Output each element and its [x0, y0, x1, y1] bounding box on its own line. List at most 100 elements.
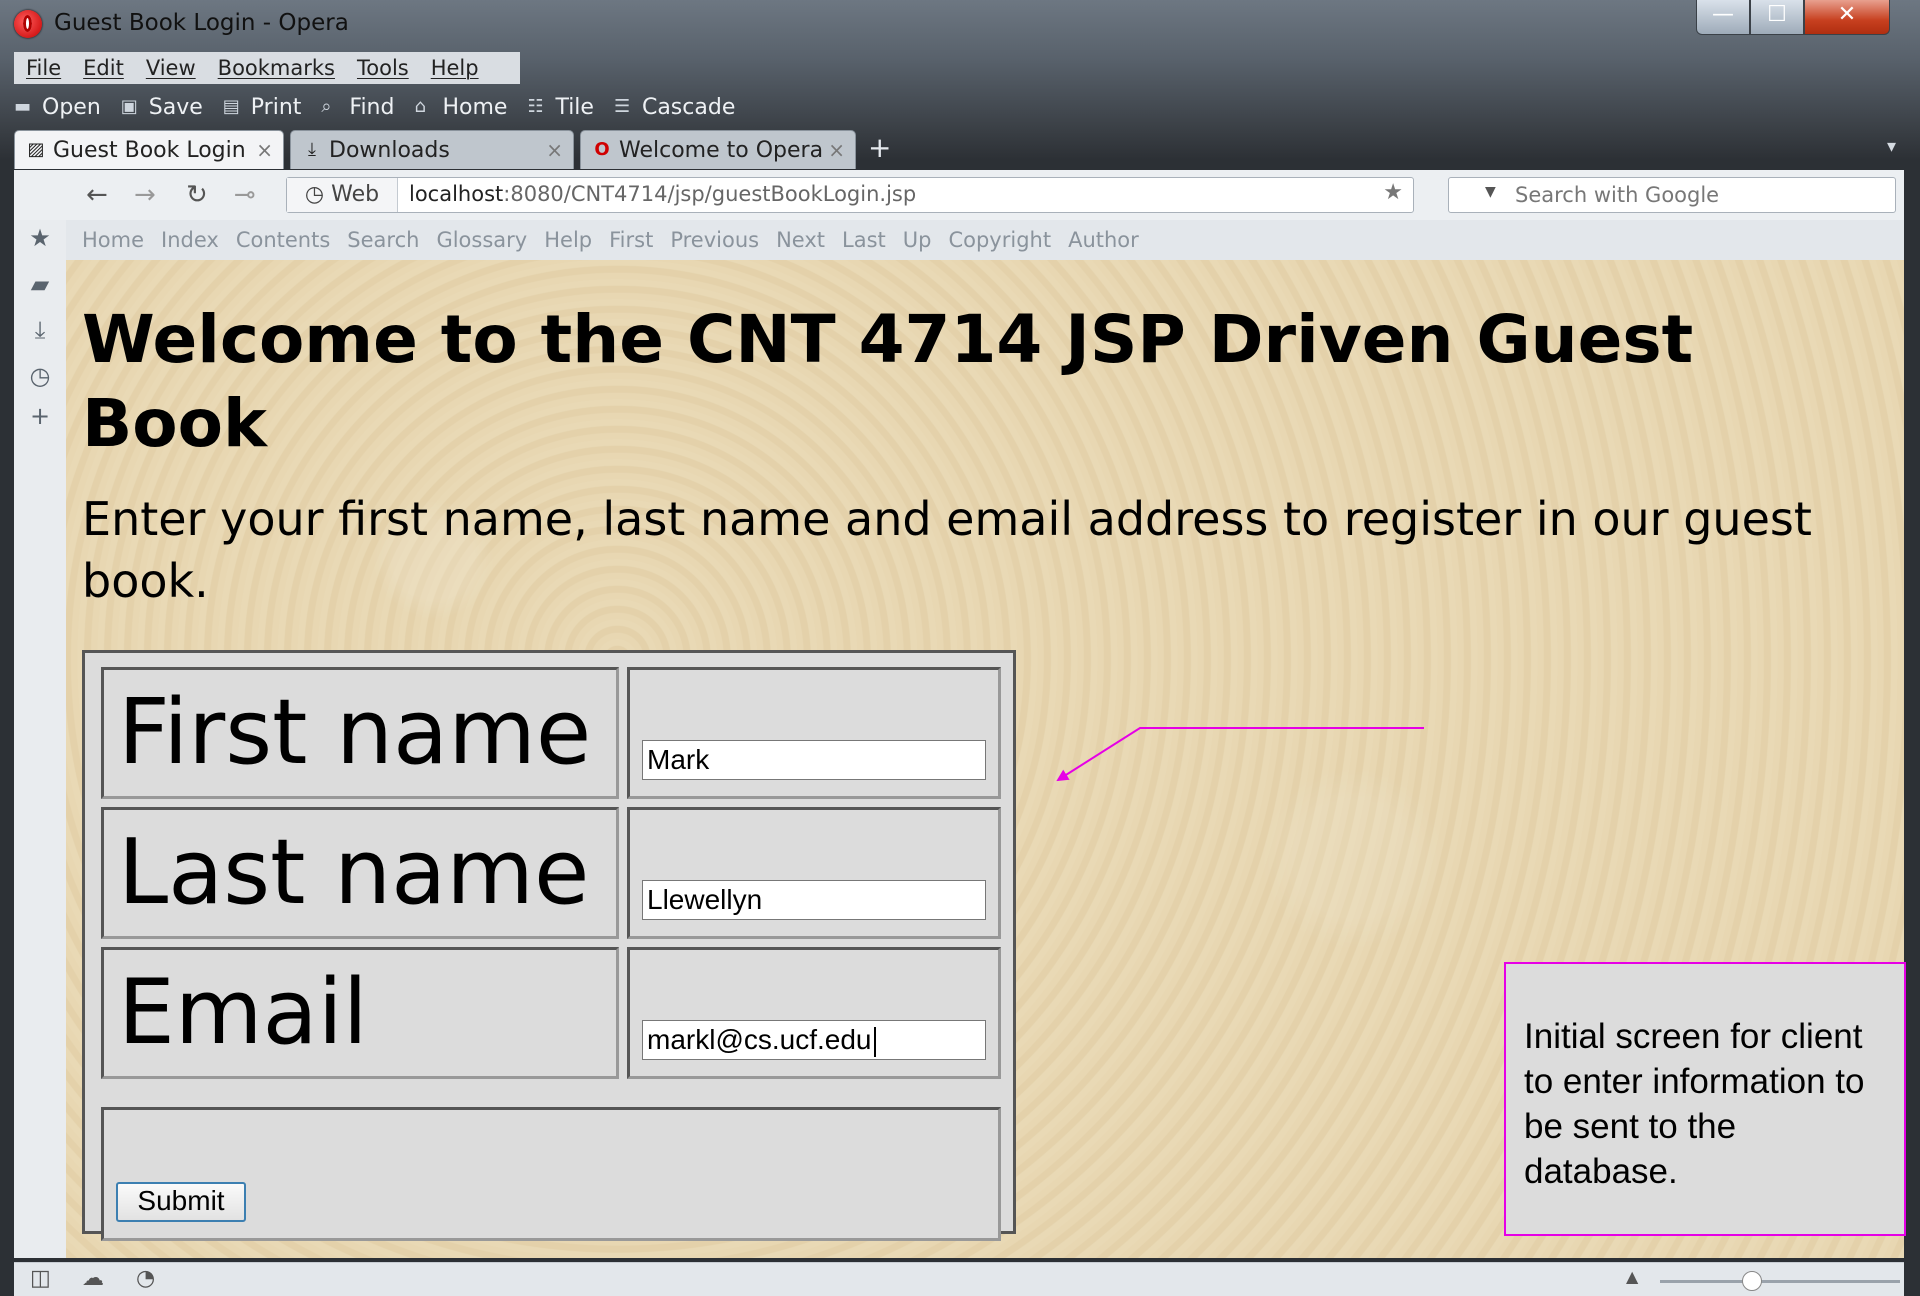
menu-bookmarks[interactable]: Bookmarks — [218, 56, 335, 80]
downloads-icon[interactable]: ⤓ — [26, 316, 54, 344]
nav-link-help[interactable]: Help — [544, 228, 592, 252]
url-host: localhost — [409, 182, 504, 206]
bookmarks-star-icon[interactable]: ★ — [26, 224, 54, 252]
email-label: Email — [118, 960, 368, 1065]
printer-icon: ▤ — [222, 96, 240, 117]
tab-close-icon[interactable]: × — [828, 138, 845, 162]
first-name-label: First name — [118, 680, 592, 785]
status-bar: ◫ ☁ ◔ ▲ — [14, 1262, 1904, 1296]
url-text[interactable]: localhost:8080/CNT4714/jsp/guestBookLogi… — [409, 182, 916, 206]
last-name-field[interactable]: Llewellyn — [642, 880, 986, 920]
tab-guest-book-login[interactable]: ▨ Guest Book Login × — [14, 130, 284, 169]
tab-close-icon[interactable]: × — [546, 138, 563, 162]
page-title: Welcome to the CNT 4714 JSP Driven Guest… — [82, 301, 1694, 462]
nav-link-next[interactable]: Next — [776, 228, 825, 252]
email-input-cell: markl@cs.ucf.edu — [627, 947, 1001, 1079]
add-panel-plus-icon[interactable]: + — [26, 402, 54, 430]
web-identity-badge[interactable]: ◷ Web — [287, 178, 398, 212]
nav-link-home[interactable]: Home — [82, 228, 144, 252]
new-tab-plus-icon[interactable]: + — [868, 130, 891, 170]
open-button[interactable]: ▬ Open — [14, 95, 101, 120]
notes-icon[interactable]: ▰ — [26, 270, 54, 298]
nav-link-contents[interactable]: Contents — [236, 228, 330, 252]
main-toolbar: ▬ Open ▣ Save ▤ Print ⌕ Find ⌂ Home ☷ Tile ☰ Ca… — [14, 90, 755, 124]
menu-help[interactable]: Help — [431, 56, 479, 80]
opera-logo-icon: O — [594, 139, 610, 160]
email-field[interactable]: markl@cs.ucf.edu — [642, 1020, 986, 1060]
menu-tools[interactable]: Tools — [357, 56, 409, 80]
tab-close-icon[interactable]: × — [256, 138, 273, 162]
search-input[interactable]: ▼ Search with Google — [1448, 177, 1896, 213]
tile-button[interactable]: ☷ Tile — [527, 95, 594, 120]
last-name-input-cell: Llewellyn — [627, 807, 1001, 939]
address-field[interactable]: ◷ Web localhost:8080/CNT4714/jsp/guestBo… — [286, 177, 1414, 213]
bookmark-star-icon[interactable]: ★ — [1383, 180, 1403, 205]
first-name-input-cell: Mark — [627, 667, 1001, 799]
folder-icon: ▬ — [14, 96, 32, 117]
cascade-label: Cascade — [641, 94, 736, 120]
nav-link-up[interactable]: Up — [903, 228, 932, 252]
find-button[interactable]: ⌕ Find — [321, 95, 394, 120]
nav-link-glossary[interactable]: Glossary — [436, 228, 527, 252]
first-name-field[interactable]: Mark — [642, 740, 986, 780]
home-icon: ⌂ — [414, 96, 426, 117]
panel-sidebar: ★ ▰ ⤓ ◷ + — [14, 220, 67, 1258]
save-label: Save — [148, 94, 203, 120]
home-button[interactable]: ⌂ Home — [414, 95, 507, 120]
search-engine-chevron-down-icon[interactable]: ▼ — [1485, 184, 1496, 200]
browser-window: Guest Book Login - Opera — ☐ ✕ File Edit… — [0, 0, 1920, 1296]
nav-link-index[interactable]: Index — [161, 228, 219, 252]
history-clock-icon[interactable]: ◷ — [26, 362, 54, 390]
forward-arrow-icon[interactable]: → — [134, 180, 156, 210]
tab-strip: ▨ Guest Book Login × ⤓ Downloads × O Wel… — [14, 130, 891, 170]
menu-edit[interactable]: Edit — [83, 56, 124, 80]
window-controls: — ☐ ✕ — [1696, 0, 1890, 36]
save-button[interactable]: ▣ Save — [121, 95, 203, 120]
globe-icon: ◷ — [304, 182, 332, 207]
search-placeholder: Search with Google — [1515, 183, 1720, 207]
tab-label: Downloads — [329, 137, 450, 163]
tile-label: Tile — [555, 94, 594, 120]
tab-downloads[interactable]: ⤓ Downloads × — [290, 130, 574, 169]
menu-view[interactable]: View — [146, 56, 196, 80]
cascade-button[interactable]: ☰ Cascade — [614, 95, 735, 120]
menu-file[interactable]: File — [26, 56, 61, 80]
back-arrow-icon[interactable]: ← — [86, 180, 108, 210]
email-value: markl@cs.ucf.edu — [647, 1024, 872, 1055]
close-button[interactable]: ✕ — [1804, 0, 1890, 35]
magnifier-icon: ⌕ — [321, 96, 332, 117]
nav-link-last[interactable]: Last — [842, 228, 886, 252]
minimize-button[interactable]: — — [1696, 0, 1750, 35]
submit-cell: Submit — [101, 1107, 1001, 1241]
nav-link-search[interactable]: Search — [347, 228, 419, 252]
zoom-menu-chevron-up-icon[interactable]: ▲ — [1626, 1267, 1638, 1286]
turbo-gauge-icon[interactable]: ◔ — [136, 1266, 155, 1291]
submit-button[interactable]: Submit — [116, 1182, 246, 1222]
nav-link-author[interactable]: Author — [1068, 228, 1139, 252]
panel-toggle-icon[interactable]: ◫ — [30, 1266, 51, 1291]
page-favicon-icon: ▨ — [27, 139, 45, 160]
key-icon[interactable]: ⊸ — [234, 180, 256, 210]
save-icon: ▣ — [120, 96, 138, 117]
tab-menu-chevron-down-icon[interactable]: ▾ — [1887, 136, 1896, 157]
nav-link-first[interactable]: First — [609, 228, 653, 252]
zoom-slider-handle[interactable] — [1742, 1271, 1762, 1291]
find-label: Find — [349, 94, 395, 120]
cascade-icon: ☰ — [613, 96, 631, 117]
zoom-slider-track[interactable] — [1660, 1280, 1900, 1283]
opera-unite-cloud-icon[interactable]: ☁ — [82, 1266, 104, 1291]
maximize-button[interactable]: ☐ — [1750, 0, 1804, 35]
nav-link-copyright[interactable]: Copyright — [948, 228, 1051, 252]
opera-logo-icon — [14, 10, 42, 38]
intro-text: Enter your first name, last name and ema… — [82, 492, 1812, 608]
tab-label: Guest Book Login — [53, 137, 246, 163]
print-button[interactable]: ▤ Print — [223, 95, 302, 120]
nav-link-previous[interactable]: Previous — [670, 228, 759, 252]
reload-icon[interactable]: ↻ — [186, 180, 208, 210]
menu-bar: File Edit View Bookmarks Tools Help — [14, 52, 520, 84]
web-label: Web — [331, 182, 380, 207]
downloads-icon: ⤓ — [308, 139, 316, 160]
home-label: Home — [442, 94, 508, 120]
guest-book-form: First name Mark Last name Llewellyn Emai… — [82, 650, 1016, 1241]
tab-welcome-to-opera[interactable]: O Welcome to Opera × — [580, 130, 856, 169]
